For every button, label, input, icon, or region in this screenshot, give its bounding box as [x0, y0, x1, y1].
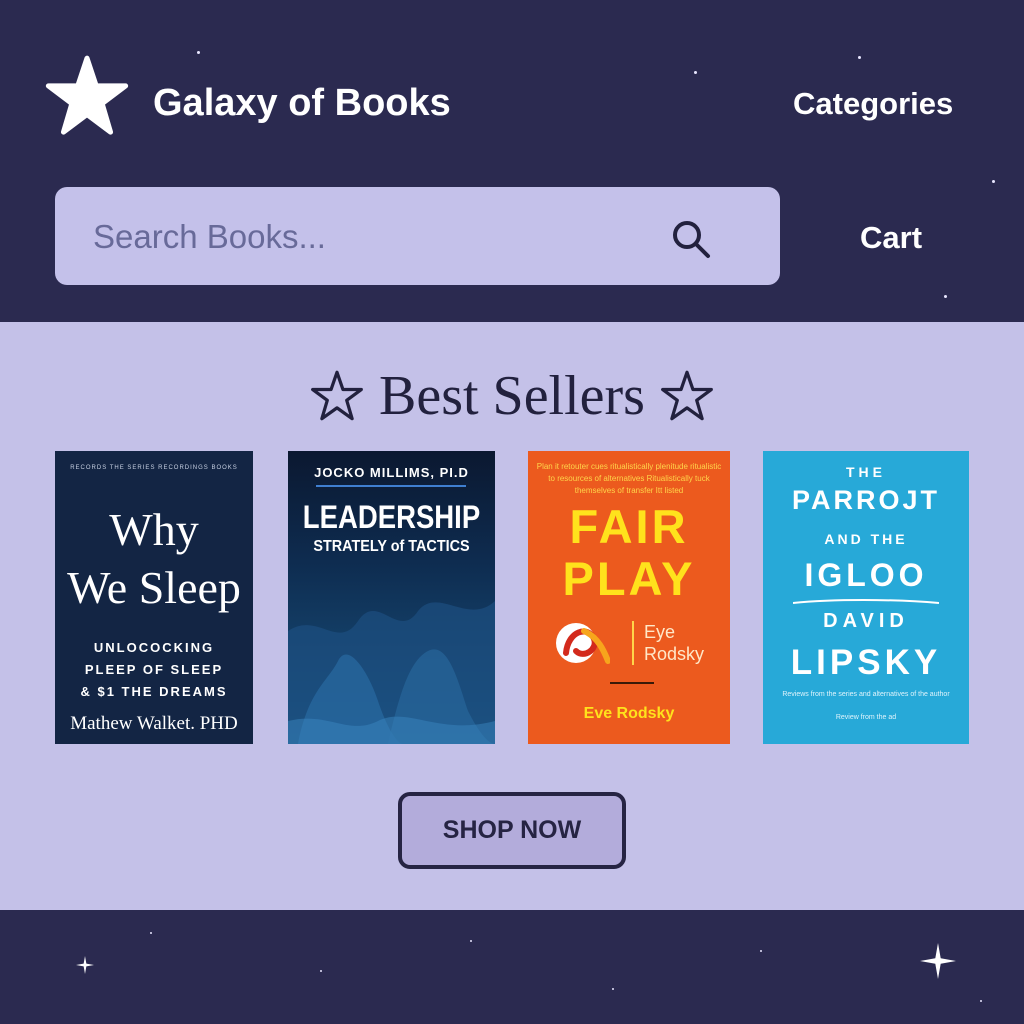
star-dot: [980, 1000, 982, 1002]
cover-swoosh: [793, 599, 939, 604]
star-dot: [150, 932, 152, 934]
sparkle-icon: [76, 956, 94, 974]
book-title-line: Why: [109, 504, 199, 555]
book-title-line: PLAY: [562, 552, 696, 605]
nav-categories-link[interactable]: Categories: [793, 86, 953, 122]
book-title-line: We Sleep: [67, 562, 241, 613]
book-title-line: FAIR: [569, 500, 689, 553]
star-dot: [320, 970, 322, 972]
logo-divider: [632, 621, 634, 665]
book-title: FAIR PLAY: [528, 501, 730, 605]
book-cover-fair-play[interactable]: Plan it retouter cues ritualistically pl…: [528, 451, 730, 744]
star-dot: [694, 71, 697, 74]
site-header: Galaxy of Books Categories Cart: [0, 0, 1024, 322]
search-icon[interactable]: [669, 217, 713, 261]
book-small-text: Review from the ad: [835, 714, 897, 721]
sparkle-icon: [920, 943, 956, 979]
search-input[interactable]: [93, 215, 653, 259]
book-cover-why-we-sleep[interactable]: RECORDS THE SERIES RECORDINGS BOOKS Why …: [55, 451, 253, 744]
cover-divider: [610, 682, 654, 684]
section-title-text: Best Sellers: [379, 365, 645, 427]
book-cover-leadership[interactable]: JOCKO MILLIMS, PI.D LEADERSHIP STRATELY …: [288, 451, 495, 744]
star-dot: [992, 180, 995, 183]
book-author-first: DAVID: [823, 610, 909, 632]
cover-artwork: [288, 601, 495, 744]
logo-text-line: Eye: [644, 622, 676, 642]
book-subtitle: UNLOCOCKING PLEEP OF SLEEP & $1 THE DREA…: [55, 637, 253, 703]
book-title: Why We Sleep: [55, 501, 253, 617]
book-title-connector: AND THE: [824, 531, 908, 547]
cover-divider: [316, 485, 466, 487]
logo-text: Eye Rodsky: [644, 621, 704, 665]
star-dot: [470, 940, 472, 942]
book-cover-parrot-igloo[interactable]: THE PARROJT AND THE IGLOO DAVID LIPSKY R…: [763, 451, 969, 744]
publisher-logo-icon: [556, 623, 610, 664]
book-subtitle-line: UNLOCOCKING: [93, 640, 215, 655]
book-title: LEADERSHIP: [302, 499, 481, 535]
star-dot: [612, 988, 614, 990]
book-title-second: IGLOO: [804, 557, 928, 593]
star-dot: [760, 950, 762, 952]
book-subtitle: STRATELY of TACTICS: [313, 538, 470, 555]
book-author: Mathew Walket. PHD: [70, 713, 238, 734]
search-bar[interactable]: [55, 187, 780, 285]
best-sellers-section: Best Sellers RECORDS THE SERIES RECORDIN…: [0, 322, 1024, 910]
book-top-text: RECORDS THE SERIES RECORDINGS BOOKS: [70, 465, 238, 471]
book-small-text: Reviews from the series and alternatives…: [782, 691, 950, 698]
book-title: PARROJT: [791, 485, 940, 515]
book-subtitle-line: & $1 THE DREAMS: [80, 684, 228, 699]
book-author: Eve Rodsky: [583, 705, 675, 722]
logo-text-line: Rodsky: [644, 644, 705, 664]
book-author-last: LIPSKY: [790, 643, 942, 682]
brand-name[interactable]: Galaxy of Books: [153, 82, 451, 125]
book-title-prefix: THE: [846, 464, 886, 480]
star-dot: [858, 56, 861, 59]
star-outline-icon: [661, 370, 713, 421]
star-logo-icon[interactable]: [44, 54, 130, 138]
book-author: JOCKO MILLIMS, PI.D: [314, 465, 469, 480]
star-dot: [197, 51, 200, 54]
shop-now-button[interactable]: SHOP NOW: [398, 792, 626, 869]
star-dot: [944, 295, 947, 298]
star-outline-icon: [311, 370, 363, 421]
section-title: Best Sellers: [0, 364, 1024, 428]
site-footer: [0, 910, 1024, 1024]
book-top-text: Plan it retouter cues ritualistically pl…: [536, 462, 722, 495]
book-subtitle-line: PLEEP OF SLEEP: [84, 662, 224, 677]
nav-cart-link[interactable]: Cart: [860, 220, 922, 256]
